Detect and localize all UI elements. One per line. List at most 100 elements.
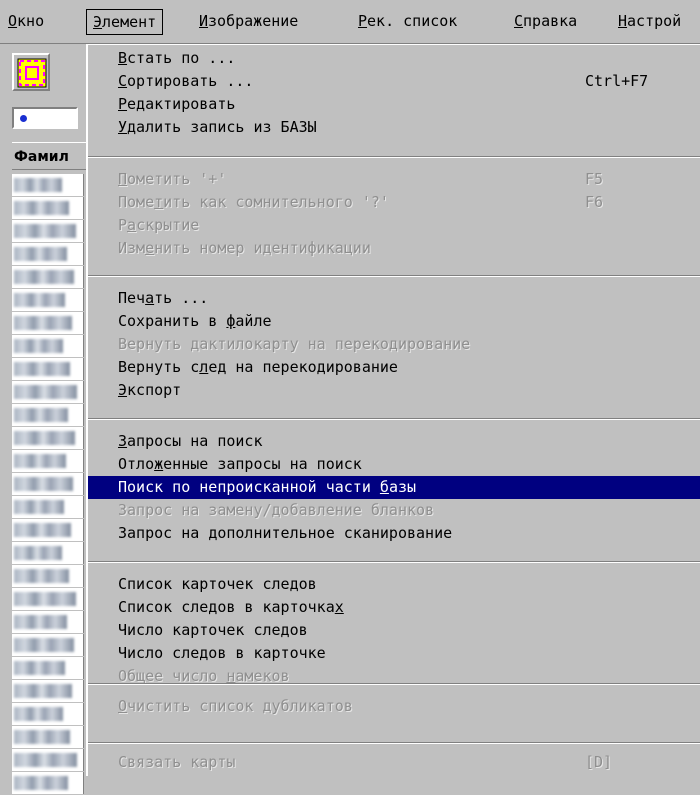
list-item[interactable] [12,657,84,679]
radio-button[interactable] [12,107,78,129]
list-item[interactable] [12,680,84,702]
menu-item-mnemonic: П [118,170,128,188]
redacted-name [14,753,77,767]
menu-item[interactable]: Запросы на поиск [88,430,700,453]
menu-item-label: Печ [118,289,146,307]
menu-item-label: едактировать [127,95,236,113]
list-item[interactable] [12,197,84,219]
menu-item-shortcut: Ctrl+F7 [585,72,649,90]
list-item[interactable] [12,611,84,633]
menu-section-4: Запросы на поиск Отложенные запросы на по… [88,430,700,545]
column-header-surname[interactable]: Фамил [12,142,86,170]
menu-item[interactable]: Запрос на дополнительное сканирование [88,522,700,545]
menu-rek-spisok[interactable]: Рек. список [352,10,463,34]
redacted-name [14,615,67,629]
menu-bar: Окно Элемент Изображение Рек. список Спр… [0,0,700,44]
redacted-name [14,638,74,652]
list-item[interactable] [12,749,84,771]
menu-element-mnemonic: Э [93,13,103,31]
list-item[interactable] [12,588,84,610]
list-item[interactable] [12,358,84,380]
menu-izobrazhenie[interactable]: Изображение [193,10,304,34]
menu-item-label: апросы на поиск [127,432,263,450]
menu-element[interactable]: Элемент [86,9,164,35]
menu-section-5: Список карточек следов Список следов в ка… [88,573,700,688]
list-item[interactable] [12,220,84,242]
menu-item[interactable]: Поиск по непроисканной части базы [88,476,700,499]
menu-item[interactable]: Список следов в карточках [88,596,700,619]
menu-item-mnemonic: а [127,216,137,234]
select-frame-icon[interactable] [12,53,50,91]
redacted-name [14,684,72,698]
menu-item[interactable]: Число следов в карточке [88,642,700,665]
redacted-name [14,224,76,238]
list-item[interactable] [12,519,84,541]
redacted-name [14,178,62,192]
list-item[interactable] [12,473,84,495]
menu-item[interactable]: Экспорт [88,379,700,402]
menu-item-label: Связать карты [118,753,236,771]
menu-nastroyki[interactable]: Настрой [612,10,687,34]
list-item[interactable] [12,565,84,587]
menu-section-6: Очистить список дубликатов [88,695,700,718]
list-item[interactable] [12,726,84,748]
menu-separator [88,275,700,277]
menu-item-mnemonic: В [118,49,128,67]
list-item[interactable] [12,289,84,311]
menu-item[interactable]: Сохранить в файле [88,310,700,333]
list-item[interactable] [12,243,84,265]
menu-item: Запрос на замену/добавление бланков [88,499,700,522]
menu-item[interactable]: Список карточек следов [88,573,700,596]
menu-item-label: ортировать ... [127,72,254,90]
list-item[interactable] [12,703,84,725]
menu-spravka[interactable]: Справка [508,10,583,34]
redacted-name [14,339,63,353]
list-item[interactable] [12,450,84,472]
list-item[interactable] [12,427,84,449]
menu-okno-mnemonic: О [8,12,18,30]
menu-separator [88,683,700,685]
menu-item[interactable]: Отложенные запросы на поиск [88,453,700,476]
menu-item[interactable]: Встать по ... [88,47,700,70]
menu-item-mnemonic: О [118,697,128,715]
list-item[interactable] [12,404,84,426]
menu-item[interactable]: Печать ... [88,287,700,310]
menu-item[interactable]: Число карточек следов [88,619,700,642]
menu-separator [88,156,700,158]
menu-item-label: Запрос на [118,524,209,542]
list-item[interactable] [12,381,84,403]
list-item[interactable] [12,312,84,334]
menu-item-label: Вернуть дактилокарту на перекодирование [118,335,471,353]
menu-rek-spisok-label: ек. список [367,12,458,30]
menu-item-mnemonic: Э [118,381,128,399]
menu-separator [88,742,700,744]
menu-item-label: Поиск по непроисканной части [118,478,380,496]
menu-item-label: Число карточек следов [118,621,308,639]
menu-item-label: ить как сомнительного '?' [163,193,389,211]
menu-item-label: айле [235,312,272,330]
list-item[interactable] [12,266,84,288]
menu-item[interactable]: Вернуть след на перекодирование [88,356,700,379]
menu-item[interactable]: Удалить запись из БАЗЫ [88,116,700,139]
menu-item-shortcut: [D] [585,753,613,771]
menu-okno[interactable]: Окно [2,10,50,34]
list-item[interactable] [12,542,84,564]
menu-item-label: Отло [118,455,155,473]
menu-item[interactable]: Редактировать [88,93,700,116]
menu-item-label: ометить '+' [127,170,227,188]
redacted-name [14,707,63,721]
menu-item-label: Поме [118,193,155,211]
list-item[interactable] [12,772,84,794]
list-item[interactable] [12,174,84,196]
list-item[interactable] [12,335,84,357]
menu-item-label: далить запись из БАЗЫ [127,118,317,136]
menu-item-mnemonic: а [145,289,155,307]
list-item[interactable] [12,496,84,518]
menu-item[interactable]: Сортировать ... Ctrl+F7 [88,70,700,93]
list-item[interactable] [12,634,84,656]
background-window: Фамил [0,44,86,794]
menu-item-mnemonic: Р [118,95,128,113]
menu-item: Пометить как сомнительного '?' F6 [88,191,700,214]
menu-spravka-mnemonic: С [514,12,524,30]
menu-section-7: Связать карты [D] [88,751,700,774]
